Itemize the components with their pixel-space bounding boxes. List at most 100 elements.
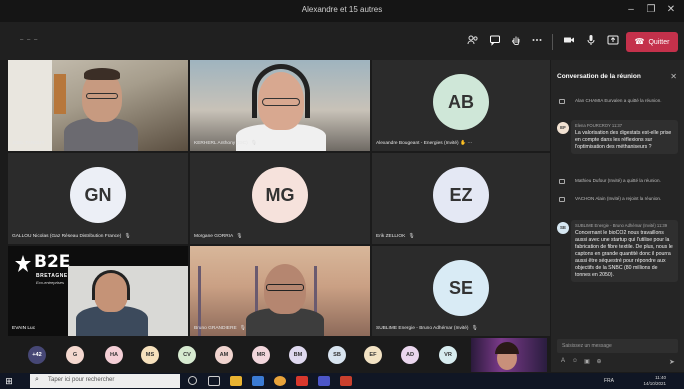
avatar: GN <box>70 167 126 223</box>
close-window-icon[interactable]: ✕ <box>664 4 678 15</box>
search-placeholder: Taper ici pour rechercher <box>48 377 115 383</box>
participant-chip[interactable]: MR <box>252 346 270 364</box>
message-body: La valorisation des digestats est-elle p… <box>575 130 672 150</box>
attach-icon[interactable]: ⊕ <box>595 358 603 365</box>
leave-button[interactable]: ☎ Quitter <box>626 32 678 52</box>
more-icon[interactable] <box>530 34 544 48</box>
participant-chip[interactable]: CV <box>178 346 196 364</box>
participant-name: JOEL TANGUY <box>12 141 45 146</box>
muted-mic-icon: 🎙 <box>250 141 257 146</box>
avatar: MG <box>252 167 308 223</box>
headset-icon <box>92 270 130 300</box>
participant-name: Bruno GRANDIERE 🎙 <box>194 326 246 331</box>
system-clock[interactable]: 11:40 14/10/2021 <box>643 375 666 387</box>
participant-name: SUBLIME Energie - Bruno Adhémar (Invité)… <box>376 326 478 331</box>
acrobat-icon[interactable] <box>296 376 308 386</box>
muted-mic-icon: 🎙 <box>239 326 246 331</box>
self-video-preview[interactable] <box>471 338 547 372</box>
join-event-icon <box>559 197 565 202</box>
message-input[interactable]: Saisissez un message <box>557 339 678 353</box>
chat-icon[interactable] <box>488 34 502 48</box>
participant-tile[interactable]: EZ Erik ZELLIOK 🎙 <box>372 153 550 244</box>
emoji-icon[interactable]: ☺ <box>571 358 579 364</box>
teams-window: Alexandre et 15 autres – ❐ ✕ – – – ☎ Quit… <box>0 0 684 389</box>
taskbar-search-input[interactable]: ⌕ Taper ici pour rechercher <box>30 374 180 388</box>
search-icon: ⌕ <box>35 376 39 383</box>
avatar: SE <box>433 260 489 316</box>
windows-start-icon[interactable]: ⊞ <box>3 376 15 386</box>
meeting-timer: – – – <box>20 37 39 43</box>
send-icon[interactable]: ➤ <box>669 358 675 366</box>
muted-mic-icon: 🎙 <box>124 234 131 239</box>
task-view-icon[interactable] <box>208 376 220 386</box>
participant-chip[interactable]: G <box>66 346 84 364</box>
person-hair <box>495 342 519 354</box>
glasses <box>262 98 300 106</box>
participant-name: KERHERL Anthony (EIC) 🎙 <box>194 141 257 146</box>
more-participants-chip[interactable]: +42 <box>28 346 46 364</box>
file-explorer-icon[interactable] <box>230 376 242 386</box>
leave-event-icon <box>559 179 565 184</box>
powerpoint-icon[interactable] <box>340 376 352 386</box>
participant-chip[interactable]: AM <box>215 346 233 364</box>
participant-name: Morgane GORRIA 🎙 <box>194 234 243 239</box>
participant-tile[interactable]: GN GALLOU Nicolas (Gaz Réseau Distributi… <box>8 153 188 244</box>
background-wall <box>8 60 52 151</box>
message-meta: Elena FOURCROY 11:37 <box>575 123 623 128</box>
chrome-icon[interactable] <box>274 376 286 386</box>
headset-icon <box>252 64 310 118</box>
cortana-icon[interactable] <box>188 376 197 385</box>
avatar: EZ <box>433 167 489 223</box>
language-indicator[interactable]: FRA <box>604 378 614 384</box>
meeting-toolbar: – – – ☎ Quitter <box>0 22 684 60</box>
participant-tile[interactable]: JOEL TANGUY <box>8 60 188 151</box>
message-body: Concernant le bioCO2 nous travaillons au… <box>575 230 673 278</box>
participant-tile[interactable]: SE SUBLIME Energie - Bruno Adhémar (Invi… <box>372 246 550 336</box>
participant-name: GALLOU Nicolas (Gaz Réseau Distribution … <box>12 234 131 239</box>
participant-tile[interactable]: MG Morgane GORRIA 🎙 <box>190 153 370 244</box>
leave-label: Quitter <box>648 39 670 46</box>
avatar: SE <box>557 222 569 234</box>
participant-chip[interactable]: VR <box>439 346 457 364</box>
share-icon[interactable] <box>606 34 620 48</box>
restore-icon[interactable]: ❐ <box>644 4 658 15</box>
close-chat-icon[interactable]: ✕ <box>670 72 677 81</box>
participant-chip[interactable]: BM <box>289 346 307 364</box>
windows-taskbar: ⊞ ⌕ Taper ici pour rechercher FRA 11:40 … <box>0 373 684 389</box>
hangup-icon: ☎ <box>634 37 645 46</box>
muted-mic-icon: 🎙 <box>236 234 243 239</box>
message-bubble: SUBLIME Energie - Bruno Adhémar (Invité)… <box>571 220 678 282</box>
participants-icon[interactable] <box>466 34 480 48</box>
participant-chip[interactable]: HA <box>105 346 123 364</box>
participant-chip[interactable]: EF <box>364 346 382 364</box>
background-door <box>54 74 66 114</box>
avatar: AB <box>433 74 489 130</box>
participant-chip[interactable]: SB <box>328 346 346 364</box>
raise-hand-icon[interactable] <box>509 34 523 48</box>
leave-event-icon <box>559 99 565 104</box>
gif-icon[interactable]: ▣ <box>583 358 591 365</box>
store-icon[interactable] <box>252 376 264 386</box>
glasses <box>86 93 118 99</box>
window-title: Alexandre et 15 autres <box>301 5 383 14</box>
teams-icon[interactable] <box>318 376 330 386</box>
person-shirt <box>64 118 138 151</box>
mic-icon[interactable] <box>584 34 598 48</box>
video-grid: JOEL TANGUY KERHERL Anthony (EIC) 🎙 AB Al… <box>8 60 550 336</box>
participant-name: Alexandre Bougeant - Energies (Invité) ✋… <box>376 141 473 146</box>
muted-mic-icon: 🎙 <box>408 234 415 239</box>
format-icon[interactable]: A <box>559 358 567 364</box>
meeting-chat-panel: Conversation de la réunion ✕ Alan CHAMIA… <box>551 60 684 372</box>
participant-tile[interactable]: KERHERL Anthony (EIC) 🎙 <box>190 60 370 151</box>
camera-icon[interactable] <box>562 34 576 48</box>
minimize-icon[interactable]: – <box>624 4 638 15</box>
participant-name: Erik ZELLIOK 🎙 <box>376 234 415 239</box>
participant-chip[interactable]: AD <box>401 346 419 364</box>
participant-name: EVAIN Luc <box>12 326 36 331</box>
participant-tile[interactable]: Bruno GRANDIERE 🎙 <box>190 246 370 336</box>
participant-chip[interactable]: MS <box>141 346 159 364</box>
participant-tile[interactable]: B2E BRETAGNE Eco-entreprises EVAIN Luc <box>8 246 188 336</box>
chat-header: Conversation de la réunion <box>557 73 641 80</box>
participant-tile[interactable]: AB Alexandre Bougeant - Energies (Invité… <box>372 60 550 151</box>
toolbar-separator <box>552 34 553 50</box>
